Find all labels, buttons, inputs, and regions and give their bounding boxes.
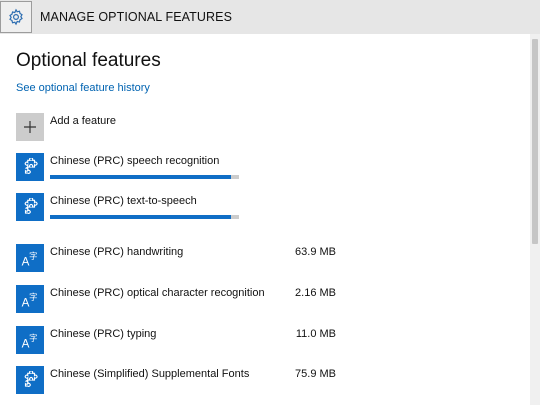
feature-size: 2.16 MB xyxy=(295,287,336,299)
scroll-thumb[interactable] xyxy=(532,39,538,244)
svg-text:字: 字 xyxy=(29,333,37,343)
puzzle-icon xyxy=(16,193,44,221)
feature-name: Chinese (PRC) typing xyxy=(50,328,157,340)
puzzle-icon xyxy=(16,153,44,181)
feature-name: Chinese (Simplified) Supplemental Fonts xyxy=(50,368,250,380)
add-feature-button[interactable]: Add a feature xyxy=(16,113,116,141)
feature-name: Chinese (PRC) handwriting xyxy=(50,246,184,258)
plus-icon xyxy=(16,113,44,141)
feature-name: Chinese (PRC) optical character recognit… xyxy=(50,287,265,299)
feature-item-typing[interactable]: A字 Chinese (PRC) typing 11.0 MB xyxy=(16,326,336,356)
feature-name: Chinese (PRC) text-to-speech xyxy=(50,195,197,207)
feature-size: 11.0 MB xyxy=(295,328,336,340)
feature-size: 75.9 MB xyxy=(295,368,336,380)
gear-icon xyxy=(9,8,23,26)
install-progress-bar xyxy=(50,175,239,179)
feature-item-ocr[interactable]: A字 Chinese (PRC) optical character recog… xyxy=(16,285,336,315)
language-icon: A字 xyxy=(16,244,44,272)
feature-item-handwriting[interactable]: A字 Chinese (PRC) handwriting 63.9 MB xyxy=(16,244,336,274)
add-feature-label: Add a feature xyxy=(50,115,117,127)
install-progress-fill xyxy=(50,215,232,219)
window-title: MANAGE OPTIONAL FEATURES xyxy=(40,10,233,24)
feature-history-link[interactable]: See optional feature history xyxy=(16,82,150,94)
install-progress-fill xyxy=(50,175,232,179)
language-icon: A字 xyxy=(16,285,44,313)
main-content: Optional features See optional feature h… xyxy=(0,34,530,405)
feature-size: 63.9 MB xyxy=(295,246,336,258)
feature-name: Chinese (PRC) speech recognition xyxy=(50,155,220,167)
feature-item-speech-recognition[interactable]: Chinese (PRC) speech recognition xyxy=(16,153,336,183)
svg-text:字: 字 xyxy=(29,251,37,261)
svg-text:字: 字 xyxy=(29,292,37,302)
feature-item-supplemental-fonts[interactable]: Chinese (Simplified) Supplemental Fonts … xyxy=(16,366,336,396)
install-progress-bar xyxy=(50,215,239,219)
title-bar: MANAGE OPTIONAL FEATURES xyxy=(0,0,540,34)
settings-home-button[interactable] xyxy=(0,1,32,33)
puzzle-icon xyxy=(16,366,44,394)
language-icon: A字 xyxy=(16,326,44,354)
page-title: Optional features xyxy=(16,50,161,71)
vertical-scrollbar[interactable] xyxy=(530,34,540,405)
feature-item-text-to-speech[interactable]: Chinese (PRC) text-to-speech xyxy=(16,193,336,223)
